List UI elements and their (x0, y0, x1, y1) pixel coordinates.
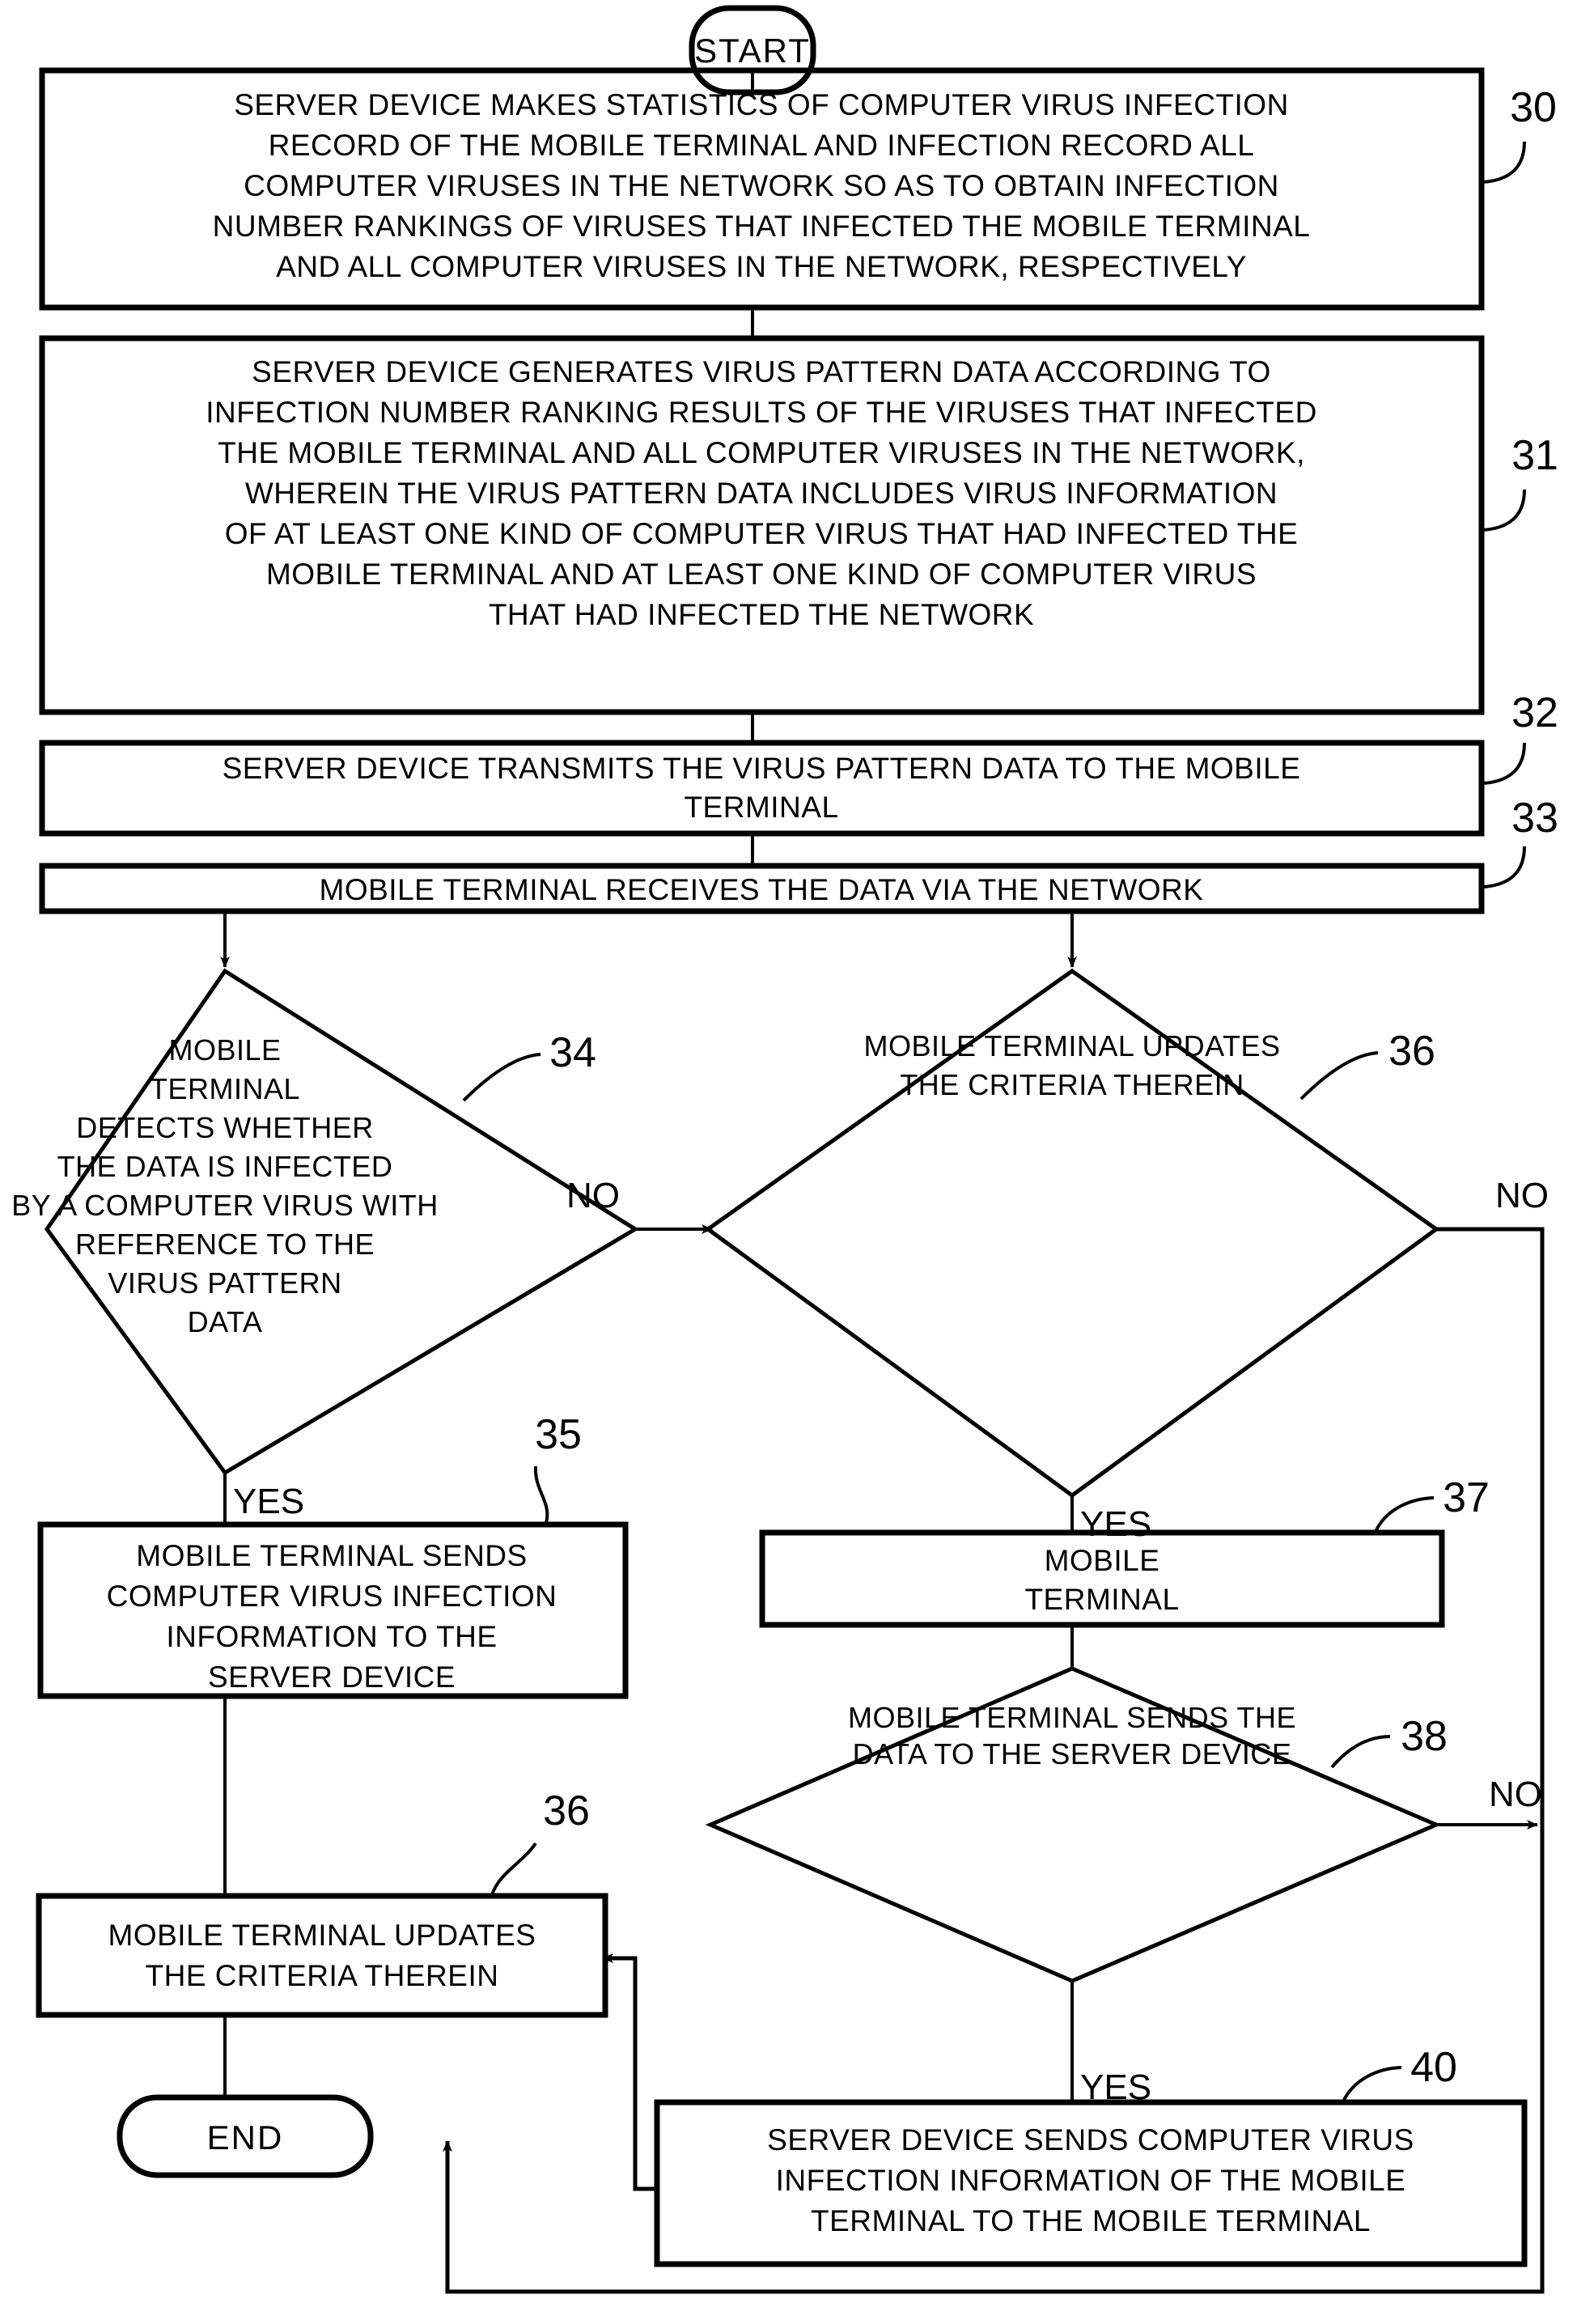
box-36-line-0: MOBILE TERMINAL UPDATES (108, 1919, 536, 1952)
ref-number-35: 35 (535, 1411, 582, 1458)
box-31-line-1: INFECTION NUMBER RANKING RESULTS OF THE … (206, 396, 1317, 429)
box-34-line-5: REFERENCE TO THE (75, 1228, 375, 1261)
box-40-line-2: TERMINAL TO THE MOBILE TERMINAL (811, 2204, 1371, 2237)
ref-number-40: 40 (1410, 2044, 1457, 2091)
box-39-line-1: DATA TO THE SERVER DEVICE (853, 1737, 1292, 1771)
terminal-end: END (117, 2094, 374, 2178)
box-35-line-2: INFORMATION TO THE (166, 1620, 497, 1653)
box-31-line-6: THAT HAD INFECTED THE NETWORK (489, 598, 1034, 631)
box-34-line-1: TERMINAL (150, 1072, 300, 1105)
edge-label-39-no: NO (1489, 1775, 1542, 1814)
ref-callout-31: 31 (1482, 432, 1558, 532)
ref-callout-36: 36 (490, 1788, 590, 1896)
box-34-line-3: THE DATA IS INFECTED (57, 1150, 393, 1183)
process-box-35: MOBILE TERMINAL SENDS COMPUTER VIRUS INF… (37, 1521, 629, 1699)
ref-callout-32: 32 (1482, 689, 1558, 785)
process-box-32: SERVER DEVICE TRANSMITS THE VIRUS PATTER… (39, 740, 1485, 837)
ref-number-33: 33 (1511, 795, 1558, 842)
box-31-line-2: THE MOBILE TERMINAL AND ALL COMPUTER VIR… (218, 436, 1305, 469)
box-36-line-1: THE CRITERIA THEREIN (146, 1959, 499, 1992)
process-box-33: MOBILE TERMINAL RECEIVES THE DATA VIA TH… (39, 863, 1485, 914)
box-31-line-4: OF AT LEAST ONE KIND OF COMPUTER VIRUS T… (225, 517, 1299, 550)
box-40-line-0: SERVER DEVICE SENDS COMPUTER VIRUS (767, 2123, 1414, 2156)
box-37-line-0: MOBILE TERMINAL UPDATES (864, 1029, 1281, 1062)
connector-40-to-36 (602, 1953, 657, 2191)
ref-callout-35: 35 (533, 1411, 582, 1524)
ref-number-30: 30 (1510, 84, 1557, 131)
box-33-line-0: MOBILE TERMINAL RECEIVES THE DATA VIA TH… (320, 873, 1204, 906)
ref-callout-30: 30 (1482, 84, 1557, 184)
ref-number-37: 36 (1388, 1028, 1435, 1075)
box-31-line-0: SERVER DEVICE GENERATES VIRUS PATTERN DA… (252, 355, 1271, 388)
ref-callout-40: 40 (1342, 2044, 1457, 2102)
ref-number-32: 32 (1511, 689, 1558, 736)
box-38-line-1: TERMINAL (1024, 1583, 1179, 1616)
ref-callout-37: 36 (1299, 1028, 1435, 1101)
box-40-line-1: INFECTION INFORMATION OF THE MOBILE (776, 2164, 1406, 2197)
box-30-line-2: COMPUTER VIRUSES IN THE NETWORK SO AS TO… (244, 169, 1279, 202)
process-box-30: SERVER DEVICE MAKES STATISTICS OF COMPUT… (39, 67, 1485, 311)
ref-number-31: 31 (1511, 432, 1558, 479)
decision-diamond-39: MOBILE TERMINAL SENDS THE DATA TO THE SE… (705, 1666, 1442, 1983)
box-35-line-3: SERVER DEVICE (208, 1660, 456, 1694)
start-label: START (694, 32, 811, 70)
box-34-line-2: DETECTS WHETHER (76, 1111, 374, 1144)
edge-label-34-yes: YES (233, 1482, 304, 1521)
box-34-line-6: VIRUS PATTERN (108, 1266, 341, 1300)
decision-diamond-34: MOBILE TERMINAL DETECTS WHETHER THE DATA… (11, 968, 639, 1476)
box-34-line-4: BY A COMPUTER VIRUS WITH (11, 1189, 438, 1222)
ref-callout-33: 33 (1482, 795, 1558, 888)
ref-callout-39: 38 (1330, 1713, 1448, 1769)
box-37-line-1: THE CRITERIA THEREIN (900, 1068, 1244, 1101)
box-32-line-1: TERMINAL (684, 791, 838, 824)
edge-label-34-no: NO (566, 1176, 620, 1215)
ref-callout-34: 34 (462, 1029, 596, 1102)
ref-number-39: 38 (1401, 1713, 1448, 1760)
patent-figure-sheet: START SERVER DEVICE MAKES STATISTICS OF … (0, 0, 1577, 2324)
box-35-line-0: MOBILE TERMINAL SENDS (136, 1539, 527, 1572)
box-39-line-0: MOBILE TERMINAL SENDS THE (848, 1701, 1296, 1734)
ref-number-36: 36 (543, 1788, 590, 1834)
box-30-line-4: AND ALL COMPUTER VIRUSES IN THE NETWORK,… (276, 250, 1247, 283)
ref-number-38: 37 (1443, 1474, 1490, 1521)
ref-callout-38: 37 (1374, 1474, 1490, 1533)
process-box-31: SERVER DEVICE GENERATES VIRUS PATTERN DA… (39, 335, 1485, 715)
box-38-line-0: MOBILE (1045, 1544, 1160, 1577)
box-30-line-3: NUMBER RANKINGS OF VIRUSES THAT INFECTED… (213, 210, 1311, 243)
process-box-40: SERVER DEVICE SENDS COMPUTER VIRUS INFEC… (654, 2099, 1528, 2267)
box-32-line-0: SERVER DEVICE TRANSMITS THE VIRUS PATTER… (223, 752, 1301, 785)
box-31-line-3: WHEREIN THE VIRUS PATTERN DATA INCLUDES … (245, 477, 1278, 510)
ref-number-34: 34 (549, 1029, 596, 1076)
box-34-line-0: MOBILE (168, 1033, 281, 1067)
process-box-38: MOBILE TERMINAL (759, 1529, 1445, 1628)
box-30-line-0: SERVER DEVICE MAKES STATISTICS OF COMPUT… (234, 88, 1289, 121)
box-34-line-7: DATA (188, 1305, 263, 1338)
flowchart-canvas: START SERVER DEVICE MAKES STATISTICS OF … (11, 5, 1558, 2294)
process-box-36: MOBILE TERMINAL UPDATES THE CRITERIA THER… (36, 1893, 608, 2018)
box-30-line-1: RECORD OF THE MOBILE TERMINAL AND INFECT… (269, 129, 1255, 162)
edge-label-37-no: NO (1495, 1176, 1549, 1215)
box-31-line-5: MOBILE TERMINAL AND AT LEAST ONE KIND OF… (266, 558, 1257, 591)
box-35-line-1: COMPUTER VIRUS INFECTION (107, 1580, 557, 1613)
decision-diamond-37: MOBILE TERMINAL UPDATES THE CRITERIA THE… (704, 968, 1440, 1499)
end-label: END (207, 2118, 284, 2156)
edge-label-37-yes: YES (1080, 1504, 1151, 1544)
